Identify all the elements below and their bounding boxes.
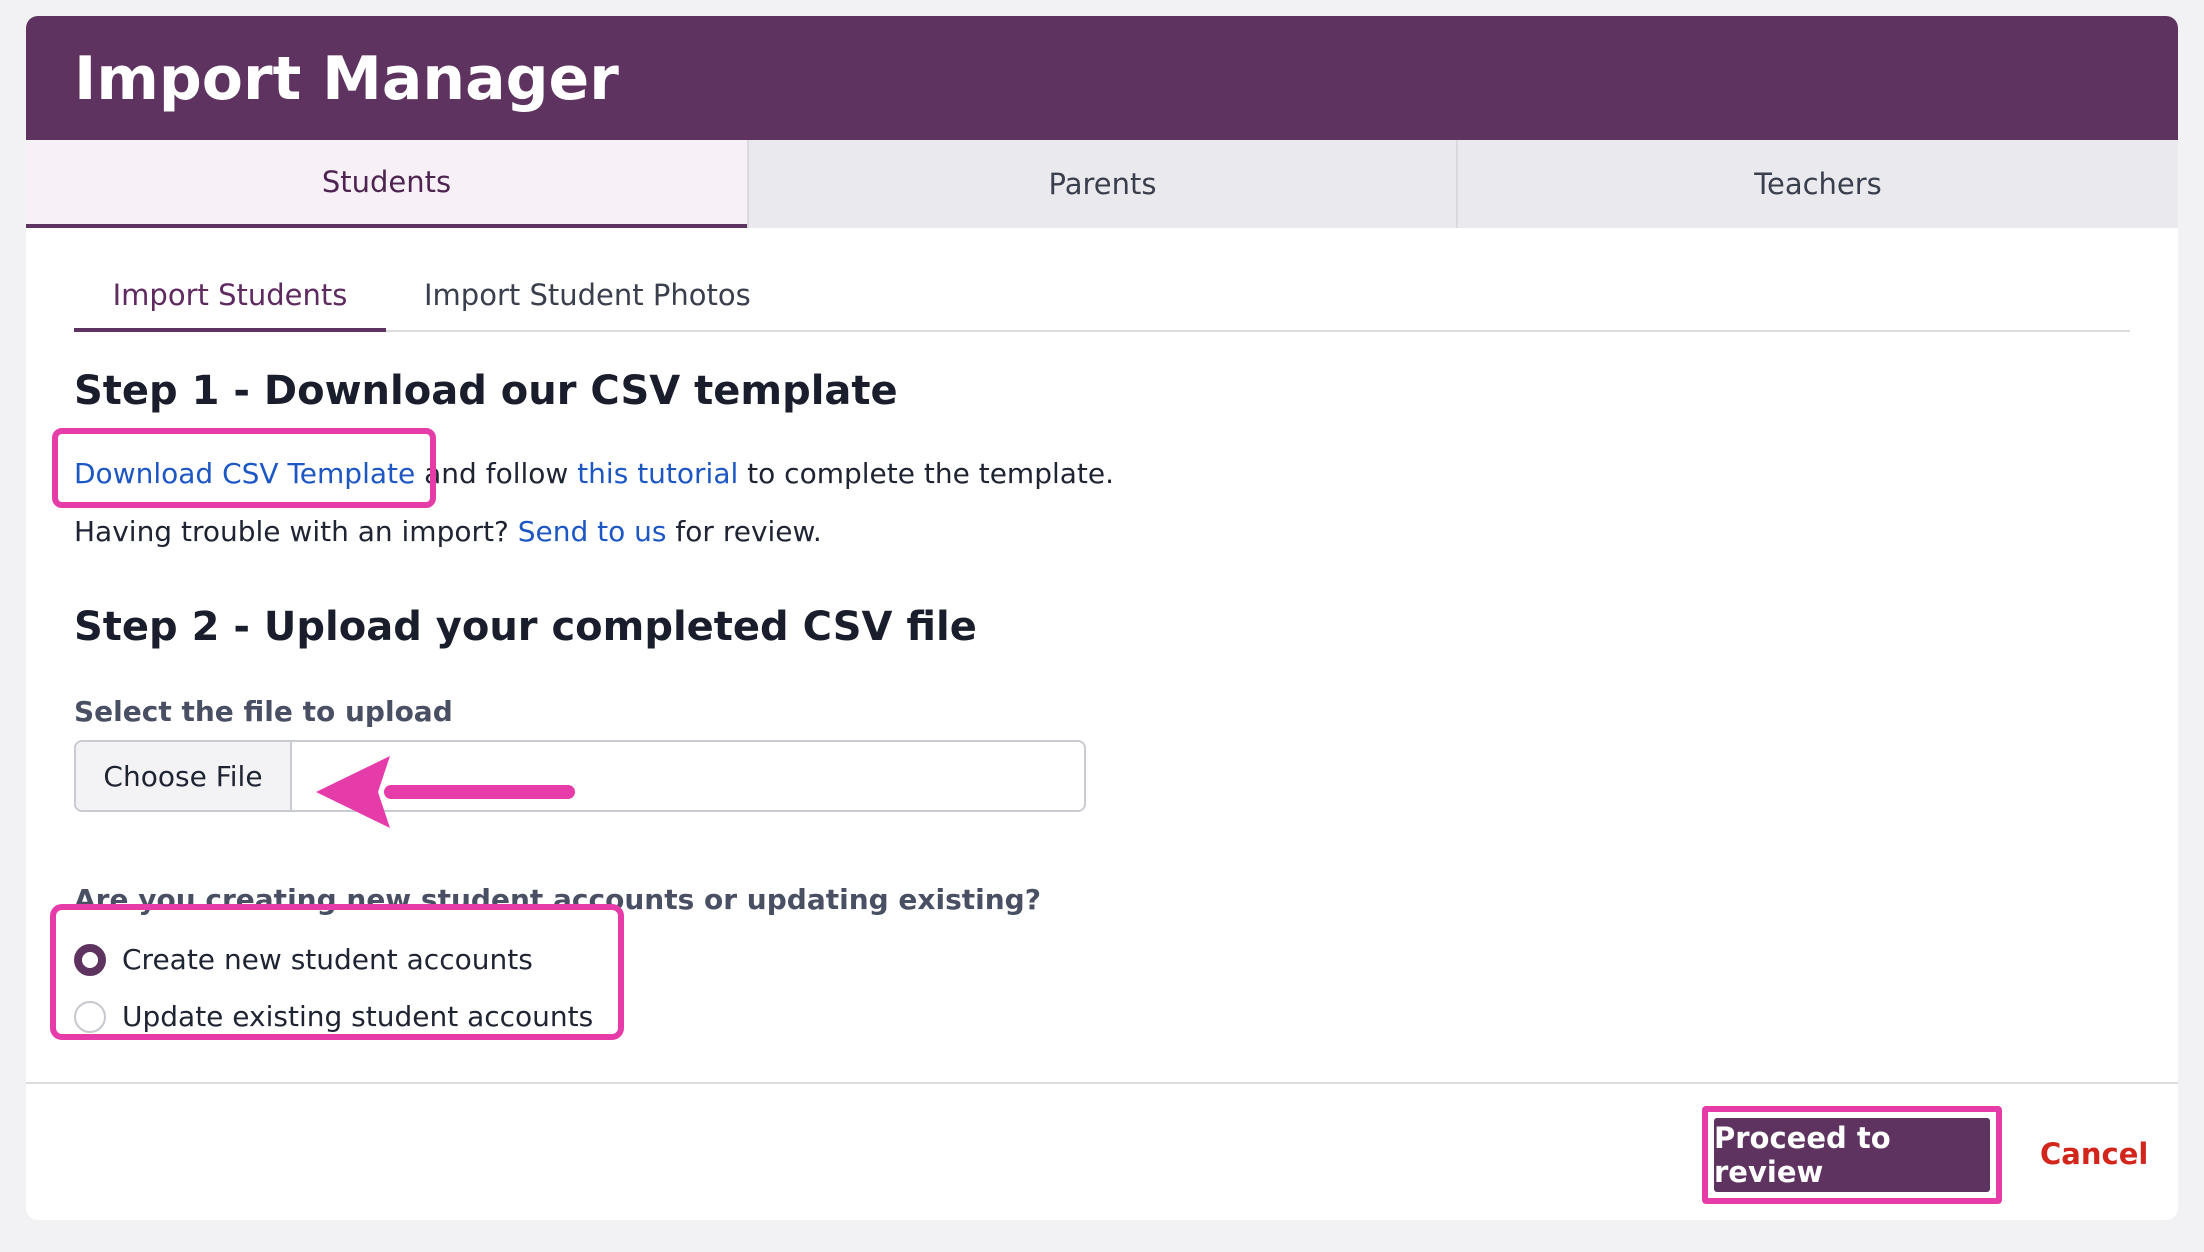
trouble-text: Having trouble with an import? [74, 515, 509, 548]
header-bar: Import Manager [26, 16, 2178, 140]
page-title: Import Manager [74, 44, 619, 114]
footer-divider [26, 1082, 2178, 1084]
radio-create-new[interactable]: Create new student accounts [74, 940, 533, 980]
subtab-import-student-photos[interactable]: Import Student Photos [424, 264, 751, 332]
tab-students[interactable]: Students [26, 140, 747, 228]
pointer-arrow-icon [316, 756, 575, 828]
import-manager-card: Import Manager Students Parents Teachers… [26, 16, 2178, 1220]
proceed-to-review-button[interactable]: Proceed to review [1714, 1118, 1990, 1192]
tab-parents[interactable]: Parents [747, 140, 1456, 228]
send-to-us-link[interactable]: Send to us [518, 515, 667, 548]
radio-update-existing[interactable]: Update existing student accounts [74, 997, 593, 1037]
file-upload-label: Select the file to upload [74, 695, 453, 728]
step1-instructions: Download CSV Template and follow this tu… [74, 454, 1114, 494]
sub-tabs: Import Students Import Student Photos [74, 264, 2130, 332]
radio-update-existing-label: Update existing student accounts [122, 1000, 594, 1033]
review-text: for review. [675, 515, 822, 548]
instruction-text-follow: and follow [424, 457, 569, 490]
instruction-text-complete: to complete the template. [747, 457, 1115, 490]
radio-create-new-label: Create new student accounts [122, 943, 533, 976]
step1-heading: Step 1 - Download our CSV template [74, 368, 898, 414]
main-tabs: Students Parents Teachers [26, 140, 2178, 228]
subtab-import-students[interactable]: Import Students [74, 264, 386, 332]
proceed-button-highlight: Proceed to review [1702, 1106, 2002, 1204]
radio-unchecked-icon[interactable] [74, 1001, 106, 1033]
account-mode-question: Are you creating new student accounts or… [74, 883, 1041, 916]
step2-heading: Step 2 - Upload your completed CSV file [74, 604, 977, 650]
choose-file-button[interactable]: Choose File [76, 742, 292, 810]
cancel-button[interactable]: Cancel [2040, 1134, 2148, 1174]
tab-teachers[interactable]: Teachers [1456, 140, 2178, 228]
download-csv-template-link[interactable]: Download CSV Template [74, 457, 415, 490]
tutorial-link[interactable]: this tutorial [577, 457, 738, 490]
trouble-line: Having trouble with an import? Send to u… [74, 512, 822, 552]
radio-checked-icon[interactable] [74, 944, 106, 976]
